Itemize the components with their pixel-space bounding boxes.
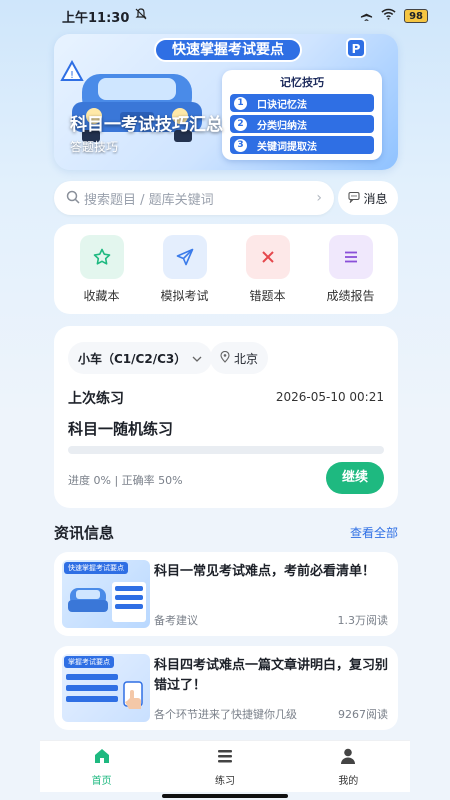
tab-practice-label: 练习 [214,776,235,787]
promo-banner[interactable]: 快速掌握考试要点 ! P 记忆技巧 1 口诀记忆法 2 分类归纳法 3 关键词提… [54,34,398,170]
tip-number: 3 [234,138,247,152]
car-thumb-icon [68,588,108,612]
score-report-label: 成绩报告 [326,288,375,303]
user-icon [338,746,358,770]
svg-text:P: P [352,42,361,56]
star-icon [79,234,124,279]
score-report-button[interactable]: 成绩报告 [316,234,386,304]
tab-profile[interactable]: 我的 [308,746,388,787]
home-icon [92,746,112,770]
hand-pointer-icon [123,681,143,709]
tip-number: 1 [234,96,247,110]
paper-plane-icon [162,234,207,279]
search-icon [66,189,80,208]
news-thumbnail: 快速掌握考试要点 [62,560,150,628]
battery-indicator: 98 [404,9,428,23]
search-placeholder: 搜索题目 / 题库关键词 [84,192,214,208]
mock-exam-button[interactable]: 模拟考试 [150,234,220,304]
memory-tips-card: 记忆技巧 1 口诀记忆法 2 分类归纳法 3 关键词提取法 [222,70,382,160]
news-headline: 科目一常见考试难点，考前必看清单！ [154,564,376,579]
location-pin-icon [220,350,230,366]
thumb-list [66,674,118,702]
parking-sign-icon: P [346,38,366,62]
last-practice-card: 小车（C1/C2/C3） 北京 上次练习 2026-05-10 00:21 科目… [54,326,398,508]
car-type-label: 小车（C1/C2/C3） [78,351,187,366]
thumb-card [112,582,146,622]
news-thumbnail: 掌握考试要点 [62,654,150,722]
menu-icon [215,746,235,770]
car-type-selector[interactable]: 小车（C1/C2/C3） [68,342,213,374]
last-practice-time: 2026-05-10 00:21 [275,390,384,404]
message-icon [348,191,361,206]
news-source: 备考建议 [154,614,198,627]
status-time: 上午11:30 [62,10,130,26]
message-label: 消息 [363,191,388,206]
message-button[interactable]: 消息 [338,181,398,215]
progress-bar [68,446,384,454]
mute-bell-icon [135,8,147,24]
news-section-title: 资讯信息 [54,524,115,542]
search-input[interactable]: 搜索题目 / 题库关键词 › [54,181,334,215]
svg-text:!: ! [70,70,74,81]
news-read-count: 9267阅读 [338,708,388,721]
chevron-right-icon: › [316,190,322,206]
favorites-button[interactable]: 收藏本 [67,234,137,304]
tip-row: 1 口诀记忆法 [230,94,374,112]
quick-actions: 收藏本 模拟考试 错题本 成绩报告 [54,224,398,314]
thumb-label: 掌握考试要点 [64,656,114,668]
wifi-icon [381,8,396,24]
tip-text: 关键词提取法 [257,141,317,153]
favorites-label: 收藏本 [83,288,120,303]
banner-title: 科目一考试技巧汇总 [70,115,223,135]
tab-home[interactable]: 首页 [62,746,142,787]
tip-text: 分类归纳法 [257,120,307,132]
banner-pill: 快速掌握考试要点 [154,38,302,62]
memory-tips-title: 记忆技巧 [280,76,324,89]
tab-practice[interactable]: 练习 [185,746,265,787]
last-practice-title: 科目一随机练习 [68,420,174,438]
warning-sign-icon: ! [60,59,84,86]
news-read-count: 1.3万阅读 [337,614,389,627]
last-practice-label: 上次练习 [68,391,124,407]
list-icon [328,234,373,279]
tip-number: 2 [234,117,247,131]
mock-exam-label: 模拟考试 [160,288,209,303]
tab-profile-label: 我的 [338,776,359,787]
view-all-link[interactable]: 查看全部 [350,524,398,541]
news-item[interactable]: 快速掌握考试要点 科目一常见考试难点，考前必看清单！ 备考建议 1.3万阅读 [54,552,398,636]
thumb-label: 快速掌握考试要点 [64,562,128,574]
status-bar: 上午11:30 98 [0,0,450,32]
news-item[interactable]: 掌握考试要点 科目四考试难点一篇文章讲明白，复习别错过了！ 各个环节进来了快捷键… [54,646,398,730]
airplane-icon [360,8,373,25]
news-source: 各个环节进来了快捷键你几级 [154,708,297,721]
wrong-questions-button[interactable]: 错题本 [233,234,303,304]
practice-stats: 进度 0% | 正确率 50% [68,474,183,487]
city-selector[interactable]: 北京 [210,342,269,374]
news-header: 资讯信息 查看全部 [54,522,398,542]
tip-row: 2 分类归纳法 [230,115,374,133]
home-indicator [162,794,288,798]
close-x-icon [245,234,290,279]
tip-row: 3 关键词提取法 [230,136,374,154]
wrong-questions-label: 错题本 [249,288,286,303]
chevron-down-icon [192,351,202,365]
banner-subtitle: 答题技巧 [70,140,119,154]
continue-button[interactable]: 继续 [326,462,384,494]
city-label: 北京 [234,351,259,366]
tip-text: 口诀记忆法 [257,99,307,111]
news-headline: 科目四考试难点一篇文章讲明白，复习别错过了！ [154,658,389,693]
bottom-tab-bar: 首页 练习 我的 [40,740,410,792]
tab-home-label: 首页 [91,776,112,787]
